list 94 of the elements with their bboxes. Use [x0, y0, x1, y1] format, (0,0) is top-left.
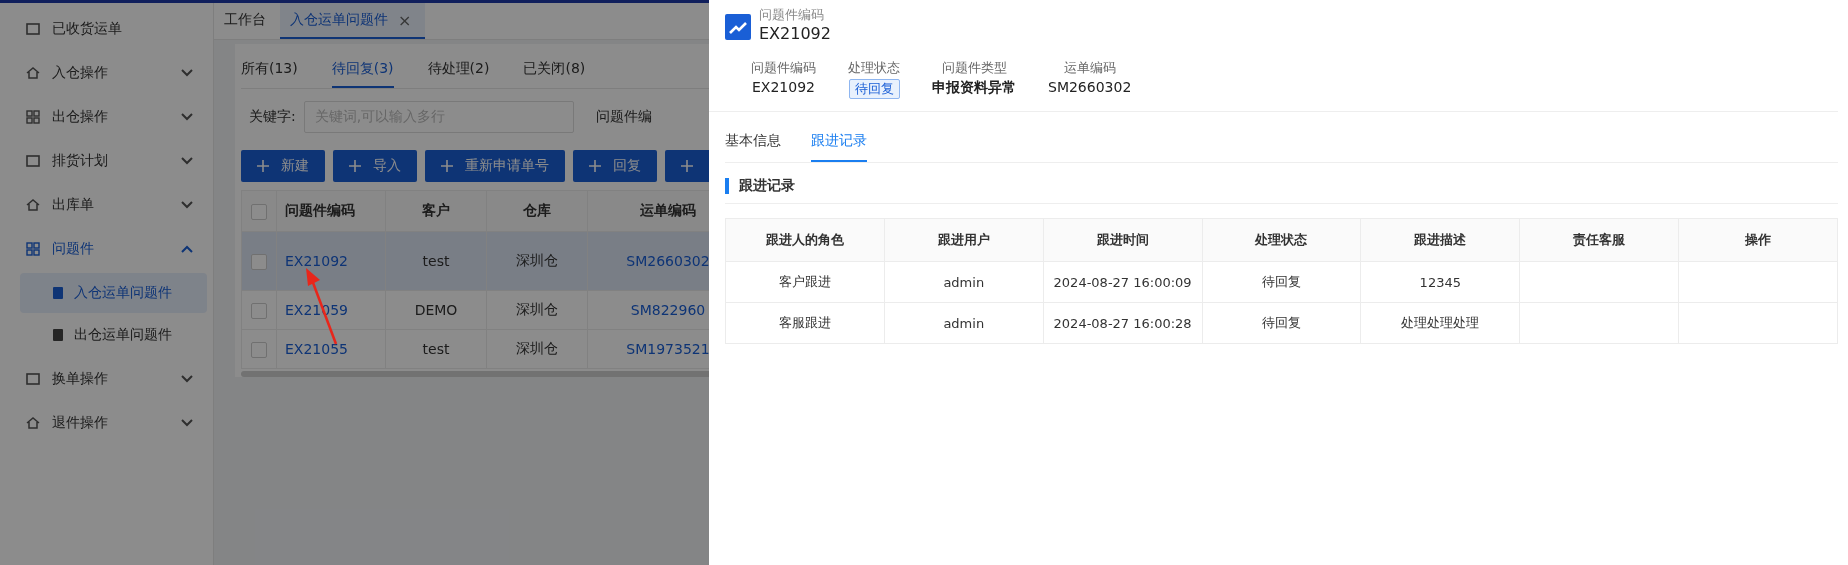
table-cell: test: [385, 329, 487, 369]
sidebar-subitem[interactable]: 出仓运单问题件: [20, 315, 207, 355]
column-header: 运单编码: [587, 190, 709, 232]
menu-icon: [26, 66, 40, 80]
chevron-icon: [181, 69, 193, 77]
plus-icon: [589, 160, 601, 172]
table-cell: DEMO: [385, 290, 487, 330]
column-header: 仓库: [486, 190, 588, 232]
table-cell: 待回复: [1261, 274, 1301, 289]
column-header: 跟进用户: [884, 218, 1044, 262]
plus-icon: [441, 160, 453, 172]
column-header: 跟进人的角色: [725, 218, 885, 262]
chevron-icon: [181, 419, 193, 427]
page-tab[interactable]: 入仓运单问题件 ×: [280, 3, 426, 39]
table-cell: 待回复: [1261, 315, 1301, 330]
sidebar-item[interactable]: 出仓操作: [0, 95, 213, 139]
chevron-icon: [181, 375, 193, 383]
sidebar-item[interactable]: 退件操作: [0, 401, 213, 445]
sidebar-item[interactable]: 问题件: [0, 227, 213, 271]
column-header: 处理状态: [1202, 218, 1361, 262]
action-button[interactable]: 新建: [241, 150, 325, 182]
column-header: 操作: [1678, 218, 1838, 262]
table-cell: 深圳仓: [486, 329, 588, 369]
action-button[interactable]: 重新申请单号: [425, 150, 565, 182]
status-tab[interactable]: 已关闭(8): [523, 56, 586, 88]
table-cell: test: [385, 231, 487, 291]
chevron-icon: [181, 245, 193, 253]
checkbox[interactable]: [251, 302, 267, 319]
action-button[interactable]: 导入: [333, 150, 417, 182]
menu-icon: [26, 372, 40, 386]
sidebar-subitem[interactable]: 入仓运单问题件: [20, 273, 207, 313]
table-cell: admin: [943, 315, 985, 331]
sidebar-item[interactable]: 已收货运单: [0, 7, 213, 51]
table-cell: admin: [943, 274, 985, 290]
column-header: 跟进描述: [1360, 218, 1520, 262]
close-icon[interactable]: ×: [398, 10, 412, 30]
checkbox[interactable]: [251, 253, 267, 270]
status-tag: 待回复: [848, 79, 900, 99]
field-value: 申报资料异常: [932, 79, 1016, 97]
menu-icon: [26, 154, 40, 168]
sidebar-item[interactable]: 换单操作: [0, 357, 213, 401]
menu-icon: [26, 22, 40, 36]
chevron-icon: [181, 113, 193, 121]
table-link[interactable]: EX21055: [276, 329, 386, 369]
status-tab[interactable]: 待回复(3): [331, 56, 394, 88]
keyword-label: 关键字:: [249, 108, 296, 126]
trend-chart-icon: [725, 14, 751, 40]
action-button[interactable]: 回复: [573, 150, 657, 182]
table-cell: 深圳仓: [486, 231, 588, 291]
column-header: 客户: [385, 190, 487, 232]
field-label: 运单编码: [1063, 59, 1116, 77]
chevron-icon: [181, 157, 193, 165]
field-label: 问题件类型: [941, 59, 1007, 77]
column-header: 问题件编码: [276, 190, 386, 232]
chevron-icon: [181, 201, 193, 209]
status-tab[interactable]: 待处理(2): [427, 56, 490, 88]
sidebar-item[interactable]: 入仓操作: [0, 51, 213, 95]
table-cell: 深圳仓: [486, 290, 588, 330]
drawer-tab[interactable]: 跟进记录: [811, 130, 867, 162]
plus-icon: [681, 160, 693, 172]
drawer-caption: 问题件编码: [759, 6, 825, 24]
table-cell: 客服跟进: [778, 315, 831, 330]
document-icon: [52, 286, 64, 300]
table-row[interactable]: EX21092 test 深圳仓 SM2660302: [241, 231, 709, 291]
menu-icon: [26, 198, 40, 212]
table-link[interactable]: SM2660302: [587, 231, 709, 291]
menu-icon: [26, 416, 40, 430]
document-icon: [52, 328, 64, 342]
checkbox[interactable]: [251, 203, 267, 220]
checkbox[interactable]: [251, 341, 267, 358]
plus-icon: [349, 160, 361, 172]
table-cell: 处理处理处理: [1401, 315, 1480, 330]
section-title: 跟进记录: [739, 177, 795, 195]
status-tab[interactable]: 所有(13): [241, 56, 298, 88]
field-value: SM2660302: [1048, 79, 1132, 95]
menu-icon: [26, 242, 40, 256]
table-cell: 2024-08-27 16:00:28: [1053, 315, 1192, 331]
field-label: 问题件编码: [751, 59, 816, 77]
table-cell: 12345: [1419, 274, 1461, 290]
page-tab[interactable]: 工作台: [214, 3, 280, 39]
drawer-tab[interactable]: 基本信息: [725, 130, 781, 162]
column-header: 责任客服: [1519, 218, 1679, 262]
table-link[interactable]: EX21092: [276, 231, 386, 291]
table-cell: 2024-08-27 16:00:09: [1053, 274, 1192, 290]
drawer-title: EX21092: [759, 24, 831, 43]
column-header: 跟进时间: [1043, 218, 1203, 262]
field-value: EX21092: [752, 79, 815, 95]
sidebar-item[interactable]: 排货计划: [0, 139, 213, 183]
filter-label: 问题件编: [595, 108, 652, 126]
sidebar-item[interactable]: 出库单: [0, 183, 213, 227]
table-cell: 客户跟进: [778, 274, 831, 289]
menu-icon: [26, 110, 40, 124]
field-label: 处理状态: [848, 59, 900, 77]
plus-icon: [257, 160, 269, 172]
